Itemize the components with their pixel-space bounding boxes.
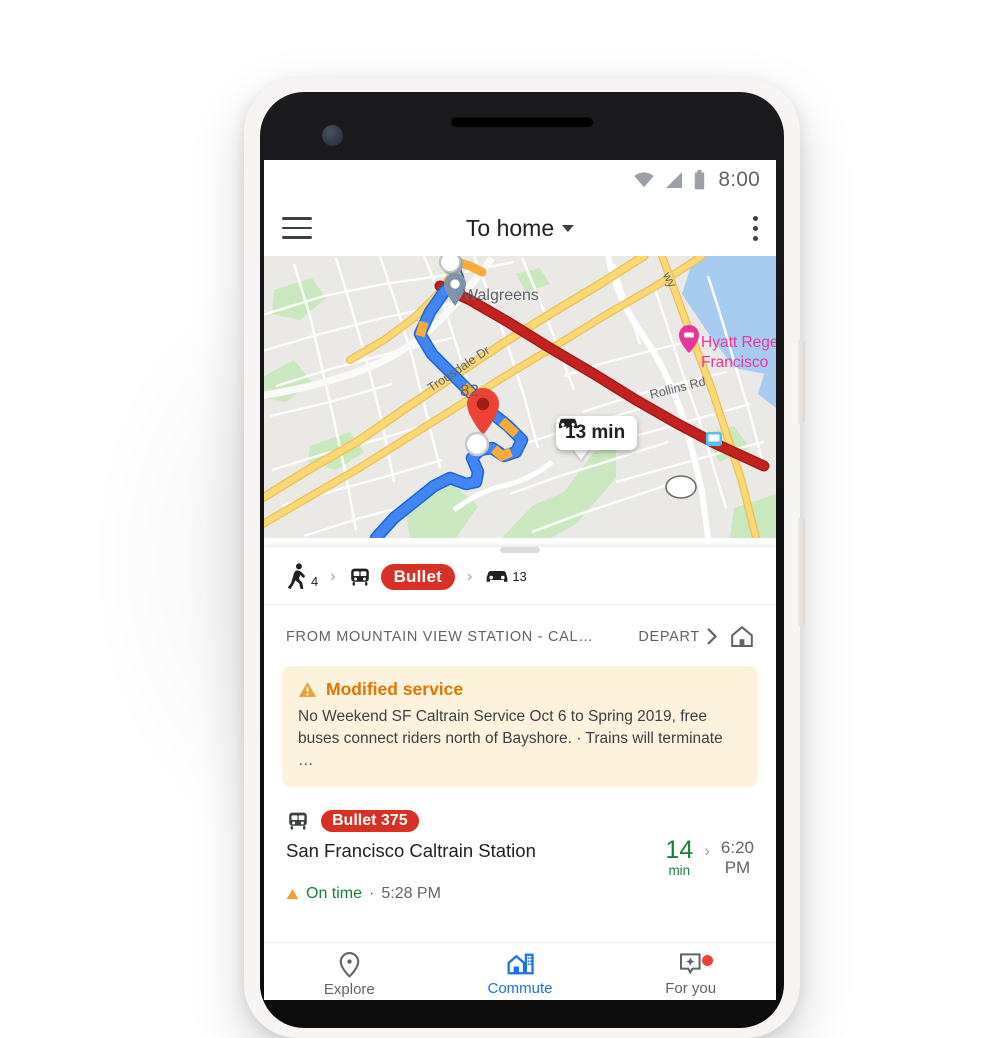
nav-item-commute[interactable]: Commute bbox=[435, 943, 606, 1000]
wifi-icon bbox=[634, 172, 655, 188]
ontime-triangle-icon bbox=[286, 888, 299, 900]
mode-walk[interactable]: 4 bbox=[286, 563, 318, 590]
nav-item-for-you[interactable]: For you bbox=[605, 943, 776, 1000]
highway-shield bbox=[665, 475, 697, 499]
earpiece-speaker bbox=[451, 117, 593, 127]
train-icon bbox=[289, 812, 307, 830]
chevron-right-icon bbox=[707, 628, 717, 645]
drive-time-pill[interactable]: 13 min bbox=[556, 416, 638, 450]
drive-minutes: 13 bbox=[512, 569, 527, 584]
notification-badge-dot bbox=[702, 955, 714, 966]
caret-down-icon bbox=[562, 224, 575, 232]
departure-meridiem: PM bbox=[724, 857, 751, 877]
alert-body: No Weekend SF Caltrain Service Oct 6 to … bbox=[298, 708, 723, 769]
scene-background: 8:00 To home 82 Walgreens Hyatt Rege Fra… bbox=[0, 0, 1000, 1038]
chevron-right-icon: › bbox=[704, 841, 710, 860]
chevron-right-icon-2: › bbox=[467, 567, 473, 585]
departure-timing: 14 min › 6:20 PM bbox=[665, 836, 754, 879]
power-button[interactable] bbox=[798, 340, 805, 424]
status-separator: · bbox=[369, 885, 375, 902]
cell-signal-icon bbox=[666, 172, 683, 188]
battery-icon bbox=[695, 170, 705, 190]
service-alert-card[interactable]: Modified service No Weekend SF Caltrain … bbox=[282, 666, 758, 787]
nav-label-commute: Commute bbox=[487, 980, 553, 997]
scheduled-time: 5:28 PM bbox=[381, 885, 441, 902]
map-label-hyatt-1: Hyatt Rege bbox=[701, 334, 776, 351]
departure-station: San Francisco Caltrain Station bbox=[286, 840, 536, 861]
alert-header: Modified service bbox=[298, 679, 742, 700]
departure-line-badge: Bullet 375 bbox=[321, 810, 419, 832]
map-label-walgreens: Walgreens bbox=[463, 287, 539, 304]
from-station-label: FROM MOUNTAIN VIEW STATION - CAL… bbox=[286, 628, 594, 645]
alert-title: Modified service bbox=[326, 679, 464, 699]
front-camera-icon bbox=[322, 125, 343, 146]
route-bottom-sheet: 4 › Bullet › 13 FROM MOUNTAIN VIEW STATI… bbox=[264, 547, 776, 1000]
depart-selector-button[interactable]: DEPART bbox=[638, 628, 718, 645]
departure-line-row: Bullet 375 bbox=[286, 809, 754, 833]
status-bar: 8:00 bbox=[264, 160, 776, 200]
commute-building-icon bbox=[507, 953, 534, 975]
home-icon[interactable] bbox=[730, 625, 754, 648]
car-icon bbox=[558, 418, 578, 429]
map-canvas[interactable]: 82 Walgreens Hyatt Rege Francisco Trousd… bbox=[264, 256, 776, 538]
train-icon bbox=[350, 568, 369, 586]
app-bar-title-dropdown[interactable]: To home bbox=[465, 214, 575, 242]
car-icon bbox=[486, 571, 508, 582]
warning-triangle-icon bbox=[298, 681, 317, 698]
volume-button[interactable] bbox=[798, 518, 805, 626]
departure-status: On time bbox=[306, 885, 363, 902]
hamburger-menu-icon[interactable] bbox=[282, 217, 312, 239]
nav-label-explore: Explore bbox=[323, 980, 375, 998]
walk-icon bbox=[287, 563, 306, 590]
chevron-right-icon: › bbox=[330, 567, 336, 585]
phone-screen: 8:00 To home 82 Walgreens Hyatt Rege Fra… bbox=[264, 160, 776, 1000]
map-label-highway-shield: 82 bbox=[460, 381, 479, 400]
app-bar: To home bbox=[264, 200, 776, 256]
from-depart-row: FROM MOUNTAIN VIEW STATION - CAL… DEPART bbox=[264, 605, 776, 664]
departure-status-row: On time · 5:28 PM bbox=[286, 885, 754, 903]
hotel-poi-icon bbox=[679, 325, 699, 353]
nav-label-for-you: For you bbox=[665, 980, 717, 997]
departure-list-item[interactable]: Bullet 375 San Francisco Caltrain Statio… bbox=[264, 787, 776, 903]
walk-minutes: 4 bbox=[311, 574, 319, 589]
status-bar-clock: 8:00 bbox=[718, 168, 760, 191]
eta-unit: min bbox=[668, 863, 691, 878]
departure-time: 6:20 bbox=[720, 838, 754, 857]
for-you-sparkle-icon bbox=[679, 953, 701, 975]
departure-main-row: San Francisco Caltrain Station 14 min › … bbox=[286, 836, 754, 879]
more-vertical-icon[interactable] bbox=[753, 215, 758, 241]
departure-eta: 14 min bbox=[665, 836, 694, 879]
departure-clock: 6:20 PM bbox=[721, 838, 754, 878]
place-pin-icon bbox=[339, 951, 360, 978]
mode-drive[interactable]: 13 bbox=[484, 568, 527, 585]
route-mode-summary[interactable]: 4 › Bullet › 13 bbox=[264, 553, 776, 605]
eta-value: 14 bbox=[665, 836, 694, 864]
mode-transit[interactable] bbox=[348, 565, 372, 589]
map-label-hyatt-2: Francisco bbox=[701, 354, 769, 371]
line-badge-bullet[interactable]: Bullet bbox=[380, 563, 455, 590]
bottom-navigation-bar: Explore Commute For you bbox=[264, 942, 776, 1000]
page-title: To home bbox=[465, 214, 555, 241]
depart-label: DEPART bbox=[638, 628, 700, 645]
nav-item-explore[interactable]: Explore bbox=[264, 943, 435, 1000]
